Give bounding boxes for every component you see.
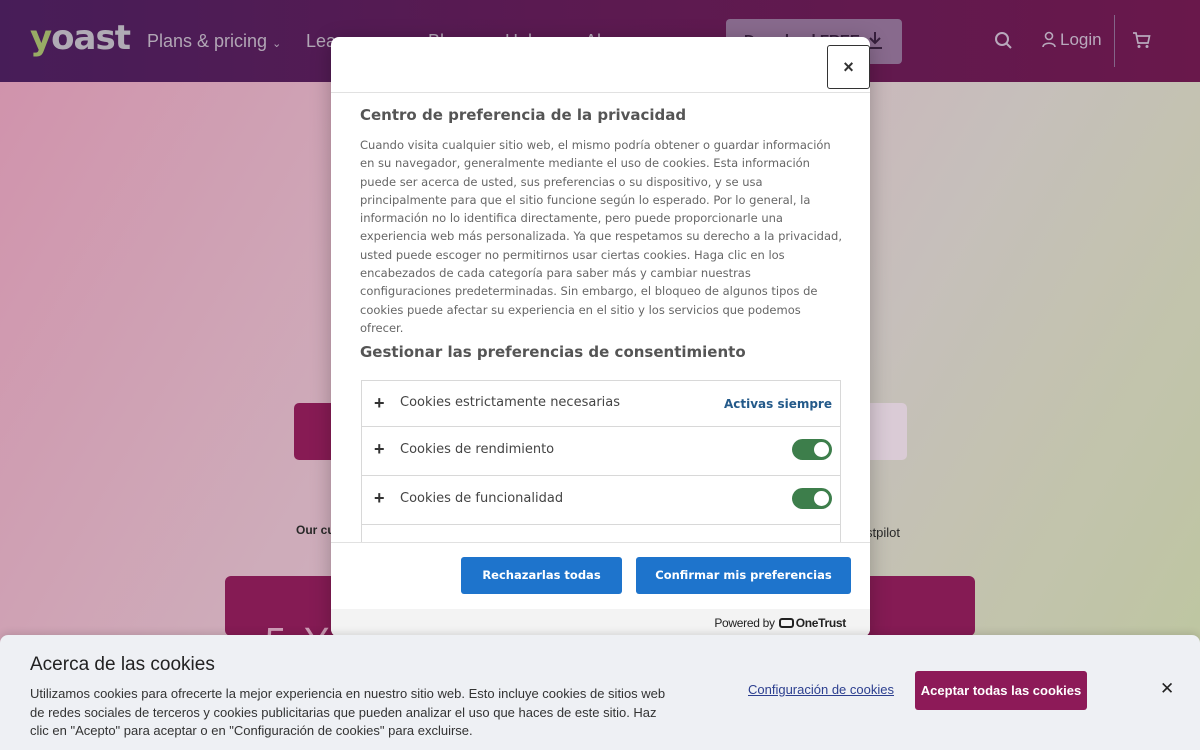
close-icon[interactable]: ✕ bbox=[1160, 679, 1174, 699]
powered-by-bar: Powered by OneTrust bbox=[331, 609, 870, 637]
cookie-banner-title: Acerca de las cookies bbox=[30, 654, 215, 675]
consent-subtitle: Gestionar las preferencias de consentimi… bbox=[360, 343, 746, 361]
cookie-category-list: + Cookies estrictamente necesarias Activ… bbox=[361, 380, 841, 542]
accept-all-cookies-button[interactable]: Aceptar todas las cookies bbox=[915, 671, 1087, 710]
toggle-knob bbox=[814, 442, 829, 457]
powered-by-label: Powered by bbox=[714, 616, 775, 630]
privacy-preference-modal: × Centro de preferencia de la privacidad… bbox=[331, 37, 870, 637]
toggle-knob bbox=[814, 491, 829, 506]
powered-by-onetrust[interactable]: Powered by OneTrust bbox=[714, 616, 846, 630]
category-row-partial[interactable] bbox=[362, 525, 840, 542]
category-performance[interactable]: + Cookies de rendimiento bbox=[362, 427, 840, 476]
performance-toggle[interactable] bbox=[792, 439, 832, 460]
confirm-preferences-button[interactable]: Confirmar mis preferencias bbox=[636, 557, 851, 594]
cookie-banner-text: Utilizamos cookies para ofrecerte la mej… bbox=[30, 686, 666, 738]
category-label: Cookies de funcionalidad bbox=[400, 491, 564, 506]
category-label: Cookies estrictamente necesarias bbox=[400, 395, 621, 410]
always-active-label: Activas siempre bbox=[723, 397, 832, 411]
modal-header: × bbox=[331, 37, 870, 93]
expand-plus-icon[interactable]: + bbox=[374, 439, 385, 460]
cookie-banner: Acerca de las cookies Utilizamos cookies… bbox=[0, 635, 1200, 750]
onetrust-brand: OneTrust bbox=[795, 616, 847, 630]
expand-plus-icon[interactable]: + bbox=[374, 393, 385, 414]
modal-close-button[interactable]: × bbox=[827, 45, 870, 89]
modal-body[interactable]: Centro de preferencia de la privacidad C… bbox=[331, 94, 870, 542]
reject-all-button[interactable]: Rechazarlas todas bbox=[461, 557, 622, 594]
modal-description: Cuando visita cualquier sitio web, el mi… bbox=[360, 138, 842, 335]
cookie-settings-link[interactable]: Configuración de cookies bbox=[748, 682, 894, 697]
category-strictly-necessary[interactable]: + Cookies estrictamente necesarias Activ… bbox=[362, 381, 840, 427]
modal-title: Centro de preferencia de la privacidad bbox=[360, 106, 687, 124]
expand-plus-icon[interactable]: + bbox=[374, 488, 385, 509]
category-label: Cookies de rendimiento bbox=[400, 442, 555, 457]
onetrust-logo-icon bbox=[778, 618, 794, 628]
functionality-toggle[interactable] bbox=[792, 488, 832, 509]
modal-footer: Rechazarlas todas Confirmar mis preferen… bbox=[331, 542, 870, 609]
category-functionality[interactable]: + Cookies de funcionalidad bbox=[362, 476, 840, 525]
